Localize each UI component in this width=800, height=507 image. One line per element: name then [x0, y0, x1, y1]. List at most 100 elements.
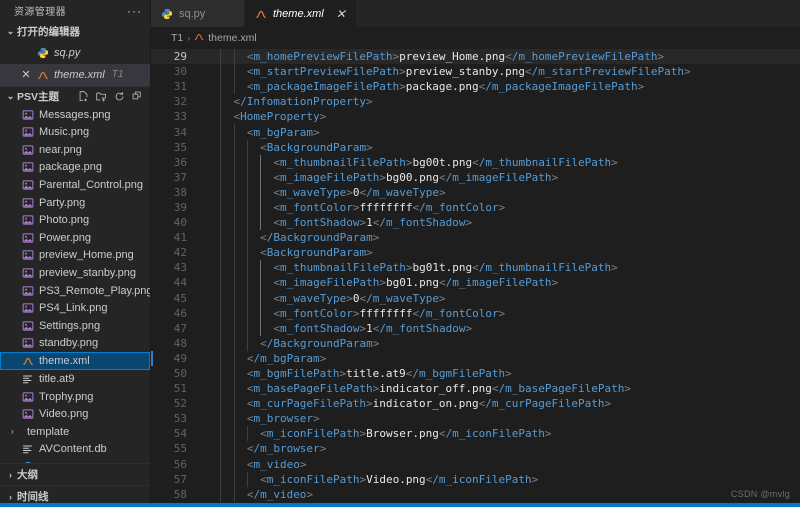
tree-file-row[interactable]: PS4_Link.png: [0, 299, 150, 317]
close-icon[interactable]: ✕: [336, 7, 346, 21]
image-file-icon: [22, 161, 34, 173]
tree-file-row[interactable]: Messages.png: [0, 106, 150, 124]
editor-tab[interactable]: theme.xml ✕: [245, 0, 357, 27]
code-line[interactable]: 58 </m_video>: [151, 486, 800, 502]
code-line[interactable]: 42 <BackgroundParam>: [151, 245, 800, 261]
code-line[interactable]: 36 <m_thumbnailFilePath>bg00t.png</m_thum…: [151, 154, 800, 170]
code-line[interactable]: 50 <m_bgmFilePath>title.at9</m_bgmFilePat…: [151, 365, 800, 382]
tree-item-label: Trophy.png: [39, 390, 94, 403]
collapse-all-icon[interactable]: [132, 91, 143, 102]
code-line-text: <m_curPageFilePath>indicator_on.png</m_c…: [246, 397, 612, 411]
xml-file-icon: [37, 69, 49, 81]
new-folder-icon[interactable]: [96, 91, 107, 102]
open-editor-item[interactable]: sq.py: [0, 42, 150, 64]
tree-file-row[interactable]: Parental_Control.png: [0, 176, 150, 194]
indent-guide: [260, 199, 262, 216]
line-number: 31: [173, 80, 187, 94]
code-line-text: <m_iconFilePath>Video.png</m_iconFilePat…: [260, 472, 539, 486]
code-line[interactable]: 51 <m_basePageFilePath>indicator_off.png<…: [151, 381, 800, 397]
code-line[interactable]: 52 <m_curPageFilePath>indicator_on.png</m…: [151, 396, 800, 412]
code-line[interactable]: 45 <m_waveType>0</m_waveType>: [151, 290, 800, 306]
section-open-editors[interactable]: ⌄ 打开的编辑器: [0, 21, 150, 41]
code-line[interactable]: 33 <HomeProperty>: [151, 109, 800, 125]
tree-file-row[interactable]: Trophy.png: [0, 388, 150, 406]
line-number: 43: [173, 261, 187, 275]
image-file-icon: [22, 232, 34, 244]
section-folder-psv[interactable]: ⌄ PSV主题: [0, 85, 150, 106]
code-line[interactable]: 47 <m_fontShadow>1</m_fontShadow>: [151, 320, 800, 336]
open-editor-item[interactable]: ✕ theme.xml T1: [0, 63, 150, 86]
line-number: 37: [173, 170, 187, 184]
tree-file-row[interactable]: preview_stanby.png: [0, 264, 150, 282]
tree-file-row[interactable]: Video.png: [0, 405, 150, 423]
tree-file-row[interactable]: PS3_Remote_Play.png: [0, 282, 150, 300]
code-line[interactable]: 40 <m_fontShadow>1</m_fontShadow>: [151, 215, 800, 231]
code-line-text: </BackgroundParam>: [260, 231, 380, 245]
indent-guide: [233, 396, 235, 412]
tree-file-row[interactable]: package.png: [0, 159, 150, 177]
breadcrumb-file[interactable]: theme.xml: [208, 32, 256, 44]
code-line[interactable]: 57 <m_iconFilePath>Video.png</m_iconFileP…: [151, 471, 800, 487]
tree-file-row[interactable]: Party.png: [0, 194, 150, 212]
tree-file-row[interactable]: AVContent.db: [0, 441, 150, 459]
tree-file-row[interactable]: Power.png: [0, 229, 150, 247]
tree-file-row[interactable]: near.png: [0, 141, 150, 159]
code-line[interactable]: 41 </BackgroundParam>: [151, 230, 800, 246]
tree-file-row[interactable]: Photo.png: [0, 211, 150, 229]
tree-folder-row[interactable]: › template: [0, 423, 150, 441]
xml-file-icon: [22, 355, 34, 367]
line-number: 40: [173, 216, 187, 230]
code-line[interactable]: 55 </m_browser>: [151, 441, 800, 457]
code-line-text: <m_imageFilePath>bg01.png</m_imageFilePa…: [273, 276, 559, 290]
code-line[interactable]: 56 <m_video>: [151, 456, 800, 472]
code-line[interactable]: 53 <m_browser>: [151, 411, 800, 427]
new-file-icon[interactable]: [78, 90, 89, 102]
code-line[interactable]: 31 <m_packageImageFilePath>package.png</m…: [151, 79, 800, 95]
code-line[interactable]: 30 <m_startPreviewFilePath>preview_stanby…: [151, 64, 800, 80]
xml-file-icon: [194, 32, 204, 45]
refresh-icon[interactable]: [114, 91, 125, 102]
code-line[interactable]: 29 <m_homePreviewFilePath>preview_Home.pn…: [151, 49, 800, 65]
tree-file-row[interactable]: Music.png: [0, 123, 150, 141]
image-file-icon: [22, 144, 34, 156]
code-line[interactable]: 46 <m_fontColor>ffffffff</m_fontColor>: [151, 305, 800, 321]
tree-file-row[interactable]: preview_Home.png: [0, 247, 150, 265]
code-line[interactable]: 38 <m_waveType>0</m_waveType>: [151, 184, 800, 200]
indent-guide: [260, 184, 262, 200]
indent-guide: [233, 275, 235, 291]
code-line[interactable]: 48 </BackgroundParam>: [151, 335, 800, 351]
breadcrumb-root[interactable]: T1: [171, 32, 183, 44]
code-line-text: <m_startPreviewFilePath>preview_stanby.p…: [246, 65, 691, 79]
code-line[interactable]: 54 <m_iconFilePath>Browser.png</m_iconFil…: [151, 426, 800, 442]
close-icon[interactable]: ✕: [20, 68, 32, 81]
image-file-icon: [22, 285, 34, 297]
indent-guide: [246, 184, 248, 200]
tree-file-row[interactable]: standby.png: [0, 335, 150, 353]
indent-guide: [233, 154, 235, 170]
code-line[interactable]: 35 <BackgroundParam>: [151, 139, 800, 155]
line-number: 32: [173, 95, 187, 109]
tree-file-row[interactable]: title.at9: [0, 370, 150, 388]
tree-item-label: near.png: [39, 143, 82, 156]
indent-guide: [220, 305, 222, 321]
indent-guide: [233, 486, 235, 502]
code-line[interactable]: 37 <m_imageFilePath>bg00.png</m_imageFile…: [151, 169, 800, 185]
tree-file-row[interactable]: theme.xml: [0, 352, 150, 371]
editor-tab-label: theme.xml: [273, 7, 324, 20]
code-line[interactable]: 34 <m_bgParam>: [151, 124, 800, 140]
editor-tab[interactable]: sq.py: [151, 0, 245, 27]
code-editor[interactable]: 29 <m_homePreviewFilePath>preview_Home.pn…: [151, 49, 800, 507]
code-line[interactable]: 44 <m_imageFilePath>bg01.png</m_imageFile…: [151, 275, 800, 291]
more-actions-icon[interactable]: ···: [127, 5, 142, 17]
sidebar-section-outline[interactable]: › 大纲: [0, 463, 150, 485]
tree-file-row[interactable]: Settings.png: [0, 317, 150, 335]
indent-guide: [220, 64, 222, 80]
code-line[interactable]: 39 <m_fontColor>ffffffff</m_fontColor>: [151, 199, 800, 216]
image-file-icon: [22, 214, 34, 226]
code-line-text: <m_bgmFilePath>title.at9</m_bgmFilePath>: [246, 367, 512, 381]
code-line[interactable]: 32 </InfomationProperty>: [151, 94, 800, 110]
tree-item-label: PS3_Remote_Play.png: [39, 284, 150, 297]
code-line[interactable]: 43 <m_thumbnailFilePath>bg01t.png</m_thum…: [151, 260, 800, 276]
indent-guide: [220, 260, 222, 276]
code-line[interactable]: 49 </m_bgParam>: [151, 350, 800, 366]
